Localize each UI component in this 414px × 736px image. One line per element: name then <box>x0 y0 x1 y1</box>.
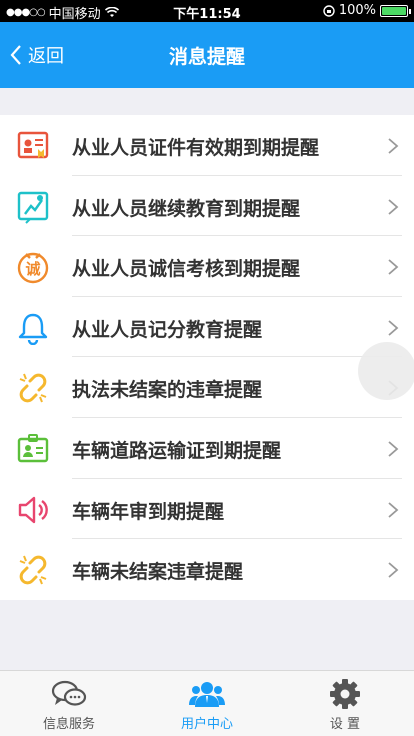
item-label: 车辆道路运输证到期提醒 <box>72 439 282 462</box>
list-item-vehicle-violation[interactable]: 车辆未结案违章提醒 <box>0 539 414 600</box>
chevron-right-icon <box>388 501 399 518</box>
gear-icon <box>327 679 363 709</box>
tab-settings[interactable]: 设 置 <box>276 671 414 736</box>
tab-label: 设 置 <box>329 717 361 732</box>
assistive-touch-button[interactable] <box>358 342 414 400</box>
item-label: 执法未结案的违章提醒 <box>72 379 263 402</box>
status-right: 100% <box>323 3 411 18</box>
broken-link-icon <box>14 551 52 589</box>
chat-bubbles-icon <box>51 679 87 709</box>
reminder-list: 从业人员证件有效期到期提醒 从业人员继续教育到期提醒 诚 从业人员诚信考核到期提… <box>0 115 414 600</box>
chevron-right-icon <box>388 198 399 215</box>
nav-bar: 返回 消息提醒 <box>0 22 414 88</box>
list-item-annual-inspection[interactable]: 车辆年审到期提醒 <box>0 479 414 540</box>
certificate-icon <box>14 127 52 165</box>
item-label: 从业人员证件有效期到期提醒 <box>72 137 320 159</box>
list-item-continuing-education[interactable]: 从业人员继续教育到期提醒 <box>0 176 414 237</box>
list-item-transport-license[interactable]: 车辆道路运输证到期提醒 <box>0 418 414 479</box>
item-label: 车辆未结案违章提醒 <box>72 561 244 584</box>
svg-text:诚: 诚 <box>25 260 40 278</box>
orientation-lock-icon <box>323 4 335 17</box>
item-label: 车辆年审到期提醒 <box>72 500 225 523</box>
tab-label: 信息服务 <box>42 717 95 732</box>
item-label: 从业人员诚信考核到期提醒 <box>72 258 301 281</box>
list-item-points-education[interactable]: 从业人员记分教育提醒 <box>0 297 414 358</box>
id-card-icon <box>14 430 52 468</box>
integrity-badge-icon: 诚 <box>14 248 52 286</box>
tab-user-center[interactable]: 用户中心 <box>138 671 276 736</box>
battery-percent: 100% <box>338 3 376 18</box>
education-board-icon <box>14 188 52 226</box>
tab-bar: 信息服务 用户中心 设 置 <box>0 670 414 736</box>
broken-link-icon <box>14 369 52 407</box>
item-label: 从业人员记分教育提醒 <box>72 318 263 341</box>
bell-icon <box>14 309 52 347</box>
battery-icon <box>380 4 411 17</box>
chevron-right-icon <box>388 441 399 457</box>
tab-label: 用户中心 <box>180 717 233 732</box>
chevron-right-icon <box>388 138 399 154</box>
chevron-right-icon <box>388 320 399 336</box>
chevron-right-icon <box>388 259 399 275</box>
list-item-certificate-expiry[interactable]: 从业人员证件有效期到期提醒 <box>0 115 414 176</box>
item-label: 从业人员继续教育到期提醒 <box>72 197 301 220</box>
list-item-unresolved-enforcement[interactable]: 执法未结案的违章提醒 <box>0 357 414 418</box>
speaker-icon <box>14 491 52 529</box>
page-title: 消息提醒 <box>168 46 245 68</box>
status-bar: ●●●○○ 中国移动 下午11:54 100% <box>0 0 414 22</box>
chevron-right-icon <box>388 562 399 578</box>
users-icon <box>189 679 225 709</box>
list-item-integrity-assessment[interactable]: 诚 从业人员诚信考核到期提醒 <box>0 236 414 297</box>
tab-info-service[interactable]: 信息服务 <box>0 671 138 736</box>
